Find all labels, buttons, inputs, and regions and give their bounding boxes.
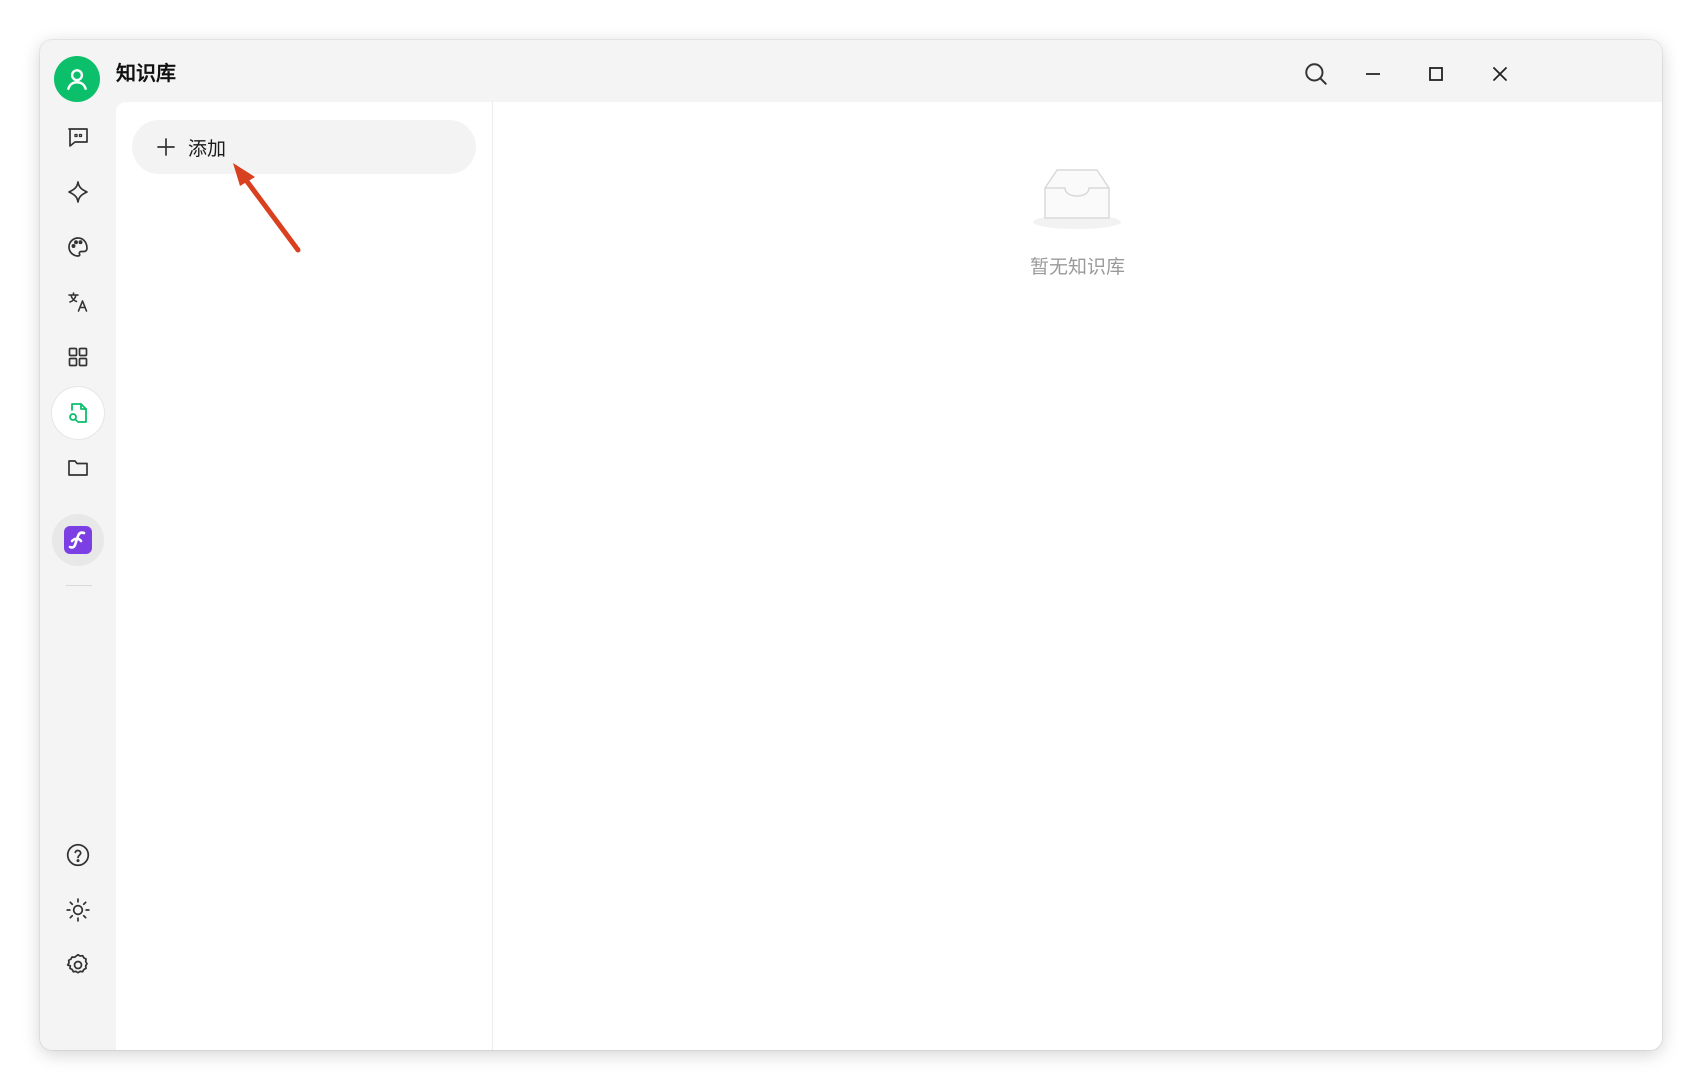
sun-icon — [66, 898, 90, 922]
maximize-button[interactable] — [1416, 54, 1456, 94]
chat-bubble-icon — [68, 128, 88, 147]
knowledge-list-pane: 添加 — [116, 102, 493, 1050]
sidebar-item-theme[interactable] — [52, 884, 104, 936]
sidebar-item-agents[interactable] — [52, 166, 104, 218]
translate-icon — [68, 292, 88, 312]
user-icon — [67, 69, 87, 90]
add-knowledge-label: 添加 — [188, 137, 227, 160]
sidebar-item-apps[interactable] — [52, 331, 104, 383]
sidebar-divider — [66, 585, 92, 586]
app-window: 知识库 添加 暂无知识库 — [40, 40, 1662, 1050]
gear-icon — [66, 953, 88, 974]
sidebar — [40, 102, 116, 1050]
search-icon — [1305, 63, 1327, 85]
minimize-icon — [1366, 73, 1380, 75]
close-button[interactable] — [1480, 54, 1520, 94]
main-content: 添加 暂无知识库 — [116, 102, 1662, 1050]
search-button[interactable] — [1296, 54, 1336, 94]
sidebar-item-knowledge[interactable] — [52, 387, 104, 439]
sidebar-item-translate[interactable] — [52, 276, 104, 328]
help-circle-icon — [66, 843, 90, 867]
empty-state: 暂无知识库 — [493, 102, 1662, 402]
user-avatar[interactable] — [54, 56, 100, 102]
sidebar-item-settings[interactable] — [52, 939, 104, 991]
grid-icon — [68, 347, 88, 367]
close-icon — [1493, 67, 1507, 81]
sidebar-item-chat[interactable] — [52, 111, 104, 163]
app-logo-icon — [64, 526, 92, 554]
page-title: 知识库 — [116, 61, 176, 85]
sidebar-pinned-app[interactable] — [52, 514, 104, 566]
add-knowledge-button[interactable]: 添加 — [132, 120, 476, 174]
plus-icon — [154, 135, 178, 159]
empty-state-text: 暂无知识库 — [1029, 256, 1125, 278]
sparkle-icon — [68, 181, 88, 203]
maximize-icon — [1429, 67, 1443, 81]
title-bar: 知识库 — [40, 40, 1662, 102]
sidebar-item-help[interactable] — [52, 829, 104, 881]
palette-icon — [68, 237, 88, 257]
empty-inbox-icon — [1033, 169, 1121, 229]
file-search-icon — [69, 403, 87, 423]
sidebar-item-paintings[interactable] — [52, 221, 104, 273]
minimize-button[interactable] — [1353, 54, 1393, 94]
folder-icon — [68, 460, 88, 476]
sidebar-item-files[interactable] — [52, 442, 104, 494]
